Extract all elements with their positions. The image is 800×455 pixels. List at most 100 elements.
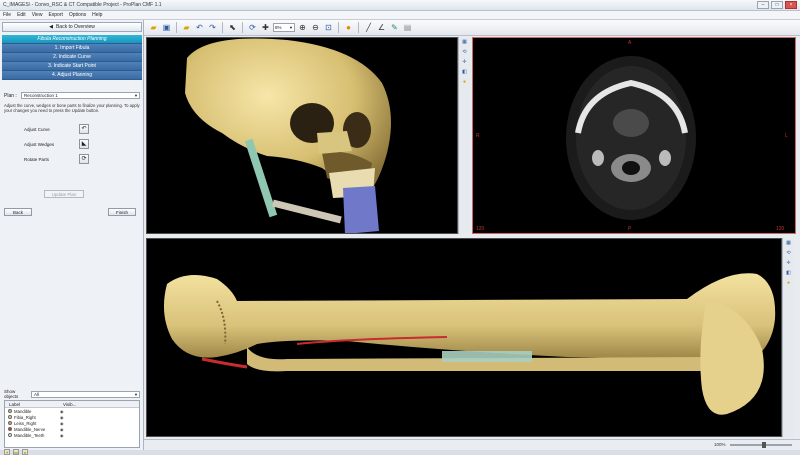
adjust-curve-label: Adjust Curve	[24, 126, 50, 132]
app-window: C_IMAGES\ - Convo_RSC & CT Compatible Pr…	[0, 0, 800, 455]
pan-icon[interactable]: ✚	[260, 22, 271, 33]
menu-edit[interactable]: Edit	[17, 12, 26, 18]
cursor-icon[interactable]: ⬉	[227, 22, 238, 33]
status-zoom-label: 100%	[714, 442, 726, 447]
fibula-render	[163, 273, 776, 415]
open-folder-icon[interactable]: ▰	[148, 22, 159, 33]
skull-render	[185, 38, 391, 233]
step-import-fibula[interactable]: 1. Import Fibula	[2, 44, 142, 53]
object-name: Fibia_Right	[14, 414, 36, 420]
close-button[interactable]: ×	[785, 1, 797, 9]
plan-value: Reconstruction 1	[24, 93, 58, 98]
toolbar-separator	[176, 22, 177, 33]
rotate-parts-row: Rotate Parts ⟳	[24, 153, 124, 165]
view-reset-icon[interactable]: ⟲	[461, 49, 469, 56]
view-reset-icon[interactable]: ⟲	[785, 250, 793, 257]
chevron-down-icon: ▼	[134, 93, 138, 98]
toolbar-separator	[338, 22, 339, 33]
toolbar-separator	[358, 22, 359, 33]
adjust-wedges-label: Adjust Wedges	[24, 141, 55, 147]
eye-icon[interactable]: ◉	[60, 433, 64, 438]
view-axis-icon[interactable]: ✛	[461, 59, 469, 66]
plan-select[interactable]: Reconstruction 1 ▼	[21, 92, 140, 99]
zoom-slider-thumb[interactable]	[761, 442, 766, 448]
back-to-overview-button[interactable]: ◀ Back to Overview	[2, 22, 142, 32]
measure-line-icon[interactable]: ╱	[363, 22, 374, 33]
menu-file[interactable]: File	[3, 12, 11, 18]
step-indicate-curve[interactable]: 2. Indicate Curve	[2, 53, 142, 62]
window-controls: – □ ×	[757, 1, 797, 9]
menu-export[interactable]: Export	[48, 12, 62, 18]
menu-view[interactable]: View	[32, 12, 43, 18]
zoom-fit-icon[interactable]: ⊡	[323, 22, 334, 33]
update-plan-button[interactable]: Update Plan	[44, 190, 84, 198]
layout-icon[interactable]: ▤	[402, 22, 413, 33]
viewport-3d-mandible[interactable]	[146, 37, 458, 234]
table-row[interactable]: Mandible_Teeth ◉	[5, 432, 139, 438]
folder-icon[interactable]: ▰	[181, 22, 192, 33]
eye-icon[interactable]: ◉	[60, 409, 64, 414]
adjust-curve-row: Adjust Curve ↶	[24, 123, 124, 135]
teeth-color-swatch	[8, 433, 12, 437]
adjust-wedges-row: Adjust Wedges ◣	[24, 138, 124, 150]
fibia-color-swatch	[8, 415, 12, 419]
leiss-color-swatch	[8, 421, 12, 425]
zoom-out-icon[interactable]: ⊖	[310, 22, 321, 33]
plan-row: Plan : Reconstruction 1 ▼	[4, 91, 140, 100]
zoom-value: 8%	[275, 25, 282, 30]
eye-icon[interactable]: ◉	[60, 427, 64, 432]
back-to-overview-label: Back to Overview	[55, 24, 95, 30]
view-layers-icon[interactable]: ◧	[785, 270, 793, 277]
toolbar-separator	[242, 22, 243, 33]
show-objects-select[interactable]: All ▼	[31, 390, 140, 398]
eye-icon[interactable]: ◉	[60, 415, 64, 420]
viewport-fibula-side-toolbar: ▦ ⟲ ✛ ◧ ●	[782, 238, 794, 437]
main-toolbar: ▰ ▣ ▰ ↶ ↷ ⬉ ⟳ ✚ 8% ▼ ⊕ ⊖ ⊡ ● ╱ ∠ ✎ ▤	[144, 20, 800, 36]
step-indicate-start-point[interactable]: 3. Indicate Start Point	[2, 62, 142, 71]
viewport-ct-axial[interactable]: A R L P 120 120	[472, 37, 796, 234]
light-icon[interactable]: ●	[343, 22, 354, 33]
step-adjust-planning[interactable]: 4. Adjust Planning	[2, 71, 142, 80]
curve-icon[interactable]: ↶	[79, 124, 89, 134]
ct-label-right: R	[476, 133, 480, 139]
minimize-button[interactable]: –	[757, 1, 769, 9]
toolbar-separator	[222, 22, 223, 33]
view-layers-icon[interactable]: ◧	[461, 69, 469, 76]
view-color-icon[interactable]: ●	[785, 280, 793, 287]
zoom-slider[interactable]	[730, 442, 792, 448]
chevron-down-icon: ▼	[134, 391, 138, 397]
redo-icon[interactable]: ↷	[207, 22, 218, 33]
wedge-icon[interactable]: ◣	[79, 139, 89, 149]
save-icon[interactable]: ▣	[161, 22, 172, 33]
undo-icon[interactable]: ↶	[194, 22, 205, 33]
annotation-icon[interactable]: ✎	[389, 22, 400, 33]
rotate-view-icon[interactable]: ⟳	[247, 22, 258, 33]
rotate-icon[interactable]: ⟳	[79, 154, 89, 164]
measure-angle-icon[interactable]: ∠	[376, 22, 387, 33]
view-mode-icon[interactable]: ▦	[785, 240, 793, 247]
rotate-parts-label: Rotate Parts	[24, 156, 50, 162]
zoom-select[interactable]: 8% ▼	[273, 23, 295, 32]
column-visibility: Visib...	[63, 401, 77, 407]
ct-slice-render	[566, 56, 696, 220]
viewport-3d-fibula[interactable]	[146, 238, 782, 437]
zoom-in-icon[interactable]: ⊕	[297, 22, 308, 33]
eye-icon[interactable]: ◉	[60, 421, 64, 426]
step-header[interactable]: Fibula Reconstruction Planning	[2, 35, 142, 44]
menu-help[interactable]: Help	[92, 12, 102, 18]
view-axis-icon[interactable]: ✛	[785, 260, 793, 267]
ct-label-posterior: P	[628, 226, 632, 232]
back-button[interactable]: Back	[4, 208, 32, 216]
mandible-color-swatch	[8, 409, 12, 413]
maximize-button[interactable]: □	[771, 1, 783, 9]
show-objects-row: Show objects All ▼	[4, 389, 140, 399]
show-objects-label: Show objects	[4, 389, 19, 399]
object-name: Leiss_Right	[14, 420, 37, 426]
menu-options[interactable]: Options	[69, 12, 86, 18]
view-mode-icon[interactable]: ▦	[461, 39, 469, 46]
nerve-color-swatch	[8, 427, 12, 431]
object-name: Mandible_Nerve	[14, 426, 46, 432]
window-title: C_IMAGES\ - Convo_RSC & CT Compatible Pr…	[3, 2, 162, 8]
view-color-icon[interactable]: ●	[461, 79, 469, 86]
finish-button[interactable]: Finish	[108, 208, 136, 216]
